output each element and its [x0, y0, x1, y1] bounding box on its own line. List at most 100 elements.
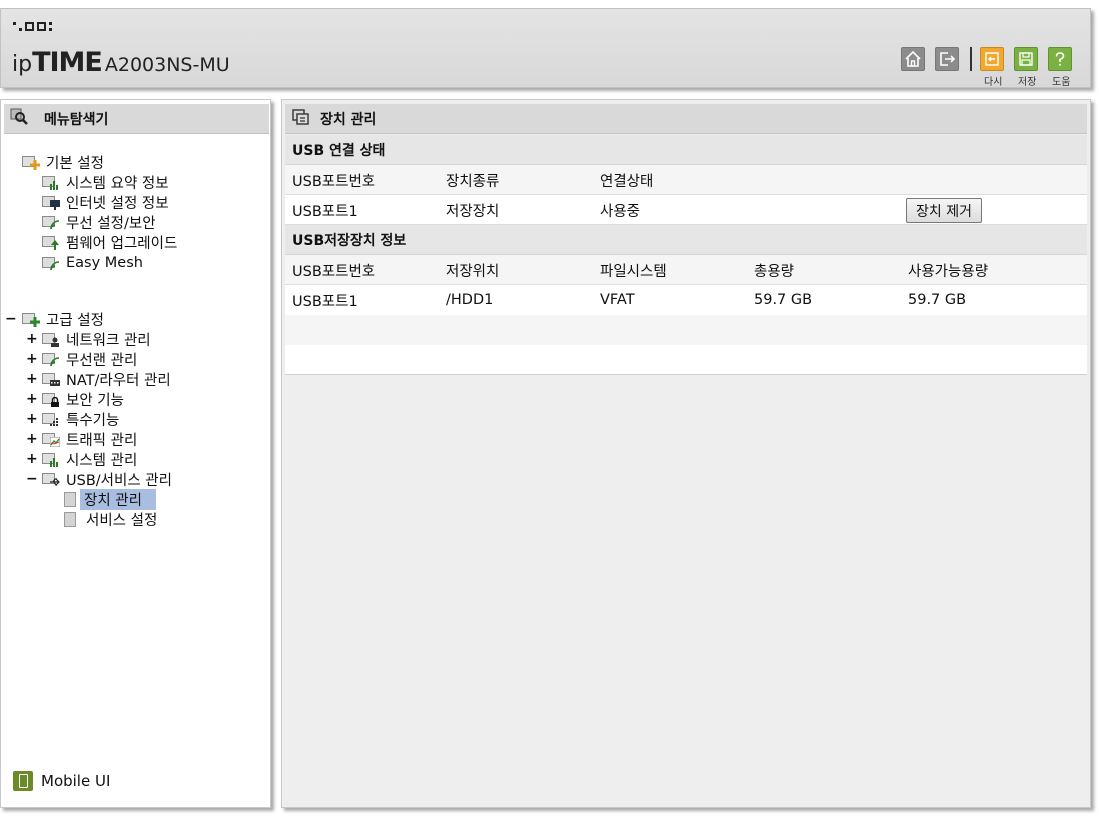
router-icon [42, 371, 60, 387]
header-bar: ipTIME A2003NS-MU 다시 저장 도움 [0, 8, 1091, 88]
tree-advanced-settings[interactable]: − 고급 설정 [5, 309, 104, 329]
tree-item-label: 인터넷 설정 정보 [66, 195, 169, 212]
file-system: VFAT [600, 292, 635, 308]
save-label: 저장 [1018, 77, 1037, 88]
tree-item-label: 무선랜 관리 [66, 352, 138, 369]
bar-chart-icon [42, 451, 60, 467]
tree-item-easy-mesh[interactable]: Easy Mesh [42, 253, 143, 273]
port-number: USB포트1 [292, 293, 358, 310]
folder-settings-icon [22, 154, 40, 170]
expand-toggle[interactable]: + [26, 351, 38, 367]
collapse-toggle[interactable]: − [5, 311, 17, 327]
mobile-ui-label: Mobile UI [41, 772, 111, 790]
save-button[interactable] [1014, 47, 1038, 71]
expand-toggle[interactable]: + [26, 411, 38, 427]
window-copy-icon [292, 108, 310, 129]
available-capacity: 59.7 GB [908, 292, 967, 308]
tree-item-usb-service[interactable]: − USB/서비스 관리 [26, 469, 172, 489]
tree-item-label: 무선 설정/보안 [66, 215, 156, 232]
page-title: 장치 관리 [320, 111, 377, 128]
table-row: USB포트1 저장장치 사용중 장치 제거 [285, 195, 1087, 225]
tree-basic-settings[interactable]: 기본 설정 [22, 152, 104, 172]
main-panel: 장치 관리 USB 연결 상태 USB포트번호 장치종류 연결상태 USB포트1… [281, 99, 1091, 808]
column-header: 사용가능용량 [908, 263, 989, 280]
tree-item-security[interactable]: + 보안 기능 [26, 389, 124, 409]
traffic-chart-icon [42, 431, 60, 447]
storage-location: /HDD1 [446, 292, 494, 308]
bar-chart-icon [42, 174, 60, 190]
logout-button[interactable] [935, 47, 959, 71]
tree-item-wireless-security[interactable]: 무선 설정/보안 [42, 212, 156, 232]
save-icon [1017, 50, 1035, 68]
logout-icon [938, 50, 956, 68]
tree-basic-settings-label: 기본 설정 [46, 155, 104, 172]
page-icon [64, 511, 76, 527]
device-type: 저장장치 [446, 203, 500, 220]
usb-status-title: USB 연결 상태 [285, 135, 1087, 165]
help-button[interactable] [1048, 47, 1072, 71]
tree-item-system[interactable]: + 시스템 관리 [26, 449, 137, 469]
column-header: USB포트번호 [292, 263, 376, 280]
expand-toggle[interactable]: + [26, 391, 38, 407]
lock-icon [42, 391, 60, 407]
tree-item-special[interactable]: + 특수기능 [26, 409, 119, 429]
folder-advanced-icon [22, 311, 40, 327]
tree-item-label: 서비스 설정 [86, 512, 158, 529]
tree-item-label: NAT/라우터 관리 [66, 372, 171, 389]
empty-row [285, 345, 1087, 375]
reload-label: 다시 [984, 77, 1003, 88]
expand-toggle[interactable]: + [26, 371, 38, 387]
column-header: 파일시스템 [600, 263, 667, 280]
network-icon [42, 331, 60, 347]
expand-toggle[interactable]: + [26, 431, 38, 447]
help-label: 도움 [1052, 77, 1071, 88]
help-icon [1051, 50, 1069, 68]
tree-item-internet-info[interactable]: 인터넷 설정 정보 [42, 192, 169, 212]
tree-item-label: 시스템 요약 정보 [66, 175, 169, 192]
tree-advanced-settings-label: 고급 설정 [46, 312, 104, 329]
menu-explorer: 메뉴탐색기 기본 설정 시스템 요약 정보 인터넷 설정 정보 무선 설정/보안… [0, 99, 271, 808]
expand-toggle[interactable]: + [26, 451, 38, 467]
tree-item-firmware-upgrade[interactable]: 펌웨어 업그레이드 [42, 232, 177, 252]
wireless-icon [42, 351, 60, 367]
remove-device-button[interactable]: 장치 제거 [906, 198, 982, 223]
tree-item-traffic[interactable]: + 트래픽 관리 [26, 429, 137, 449]
usb-icon [42, 471, 60, 487]
column-header: 연결상태 [600, 173, 654, 190]
tree-item-label: Easy Mesh [66, 255, 143, 271]
connection-status: 사용중 [600, 203, 641, 220]
menu-explorer-header: 메뉴탐색기 [4, 104, 269, 134]
main-content: USB 연결 상태 USB포트번호 장치종류 연결상태 USB포트1 저장장치 … [285, 135, 1087, 375]
tree-item-label: 펌웨어 업그레이드 [66, 235, 178, 252]
page-icon [64, 491, 76, 507]
tree-item-label: USB/서비스 관리 [66, 472, 172, 489]
column-header: 저장위치 [446, 263, 500, 280]
collapse-toggle[interactable]: − [26, 471, 38, 487]
storage-info-title: USB저장장치 정보 [285, 225, 1087, 255]
home-icon [904, 50, 922, 68]
usb-status-header-row: USB포트번호 장치종류 연결상태 [285, 165, 1087, 195]
mesh-icon [42, 255, 60, 271]
tree-item-label-selected: 장치 관리 [80, 488, 156, 510]
model-name: A2003NS-MU [104, 54, 230, 76]
tree-item-service-settings[interactable]: 서비스 설정 [64, 509, 157, 529]
upgrade-arrow-icon [42, 234, 60, 250]
tree-item-device-management[interactable]: 장치 관리 [64, 488, 156, 510]
tree-item-wlan[interactable]: + 무선랜 관리 [26, 349, 137, 369]
tree-item-system-summary[interactable]: 시스템 요약 정보 [42, 172, 169, 192]
tree-item-label: 트래픽 관리 [66, 432, 138, 449]
mobile-phone-icon [13, 771, 33, 791]
tree-item-label: 보안 기능 [66, 392, 124, 409]
reload-button[interactable] [980, 47, 1004, 71]
home-button[interactable] [901, 47, 925, 71]
logo-time: TIME [32, 47, 103, 78]
column-header: 총용량 [754, 263, 795, 280]
table-row: USB포트1 /HDD1 VFAT 59.7 GB 59.7 GB [285, 285, 1087, 315]
column-header: 장치종류 [446, 173, 500, 190]
tree-item-nat-router[interactable]: + NAT/라우터 관리 [26, 369, 171, 389]
empty-row [285, 315, 1087, 345]
mobile-ui-link[interactable]: Mobile UI [13, 771, 110, 791]
expand-toggle[interactable]: + [26, 331, 38, 347]
tree-item-label: 시스템 관리 [66, 452, 138, 469]
tree-item-network[interactable]: + 네트워크 관리 [26, 329, 151, 349]
